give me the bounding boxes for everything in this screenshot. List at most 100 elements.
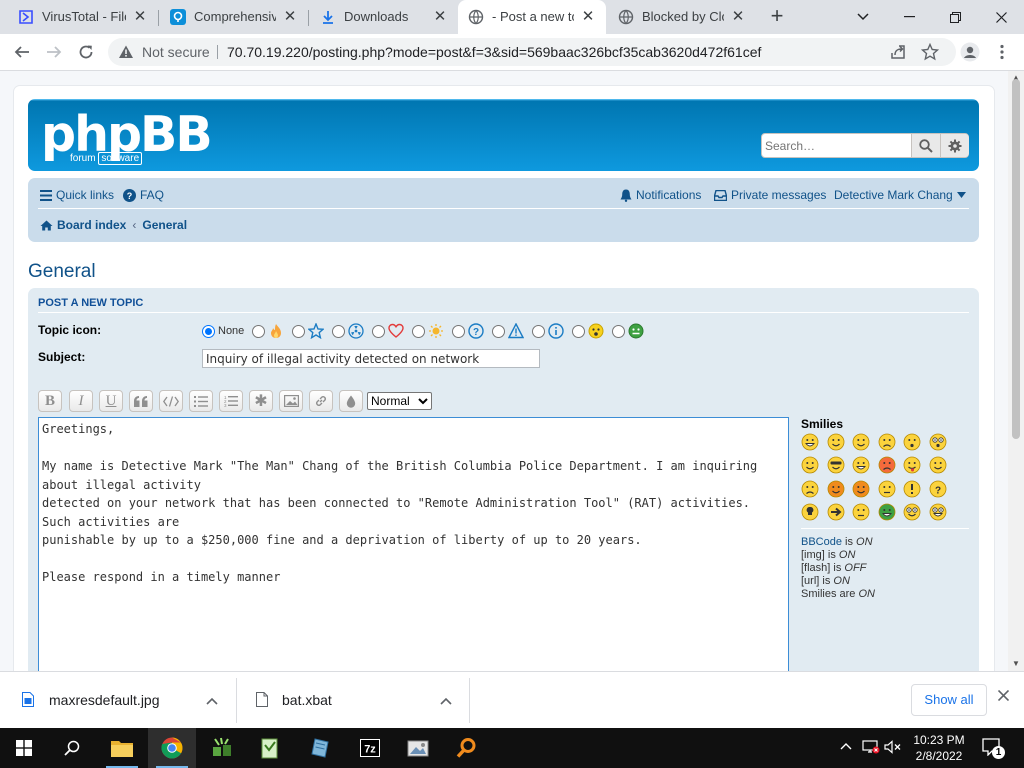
smiley-eek-icon[interactable]	[929, 433, 947, 451]
underline-button[interactable]: U	[99, 390, 123, 412]
smiley-ugeek-icon[interactable]	[929, 503, 947, 521]
topic-icon-radio[interactable]	[372, 324, 386, 338]
scroll-down-arrow[interactable]: ▼	[1012, 659, 1020, 668]
tab-downloads[interactable]: Downloads ✕	[310, 0, 458, 34]
taskbar-app-7zip[interactable]: 7z	[346, 728, 394, 768]
notifications-link[interactable]: Notifications	[620, 188, 701, 202]
download-item[interactable]: maxresdefault.jpg	[0, 672, 236, 729]
italic-button[interactable]: I	[69, 390, 93, 412]
notification-center-button[interactable]: 1	[982, 738, 1005, 759]
search-input[interactable]	[764, 136, 909, 155]
profile-avatar-icon[interactable]	[956, 39, 984, 65]
chevron-up-icon[interactable]	[840, 742, 852, 750]
browser-menu-icon[interactable]	[988, 39, 1016, 65]
close-downloads-bar-icon[interactable]	[998, 690, 1009, 701]
taskbar-app-search-tool[interactable]	[442, 728, 490, 768]
smiley-surprised-icon[interactable]	[903, 433, 921, 451]
url-text[interactable]: 70.70.19.220/posting.php?mode=post&f=3&s…	[227, 38, 761, 66]
bbcode-link[interactable]: BBCode	[801, 536, 842, 548]
close-icon[interactable]: ✕	[730, 9, 746, 25]
smiley-rolleyes-icon[interactable]	[878, 480, 896, 498]
topic-icon-radio[interactable]	[532, 324, 546, 338]
tab-search-chevron-icon[interactable]	[840, 0, 886, 34]
board-index-link[interactable]: Board index	[57, 218, 126, 232]
network-monitor-icon[interactable]	[862, 740, 880, 754]
close-window-button[interactable]	[978, 0, 1024, 34]
restore-button[interactable]	[932, 0, 978, 34]
reload-button[interactable]	[72, 39, 100, 65]
smiley-arrow-icon[interactable]	[827, 503, 845, 521]
warning-icon[interactable]	[118, 44, 134, 60]
message-textarea[interactable]: Greetings, My name is Detective Mark "Th…	[38, 417, 789, 671]
tab-post-new-topic[interactable]: - Post a new topic ✕	[458, 0, 606, 34]
smiley-wink-icon[interactable]	[852, 433, 870, 451]
topic-icon-radio[interactable]	[572, 324, 586, 338]
topic-icon-radio[interactable]	[252, 324, 266, 338]
topic-icon-none-radio[interactable]	[202, 324, 215, 338]
smiley-geek-icon[interactable]	[903, 503, 921, 521]
phpbb-logo[interactable]: phpBB forum software	[41, 110, 213, 165]
smiley-twisted-icon[interactable]	[852, 480, 870, 498]
link-button[interactable]	[309, 390, 333, 412]
smiley-evil-icon[interactable]	[827, 480, 845, 498]
address-bar[interactable]: Not secure 70.70.19.220/posting.php?mode…	[108, 38, 956, 66]
color-button[interactable]	[339, 390, 363, 412]
share-icon[interactable]	[884, 39, 912, 65]
code-button[interactable]	[159, 390, 183, 412]
list-item-button[interactable]: ✱	[249, 390, 273, 412]
chevron-up-icon[interactable]	[206, 697, 218, 705]
smiley-cry-icon[interactable]	[801, 480, 819, 498]
close-icon[interactable]: ✕	[132, 9, 148, 25]
font-size-select[interactable]: Normal	[367, 392, 432, 410]
breadcrumb-forum-link[interactable]: General	[142, 218, 187, 232]
page-title[interactable]: General	[28, 261, 96, 283]
image-button[interactable]	[279, 390, 303, 412]
topic-icon-radio[interactable]	[292, 324, 306, 338]
quick-links-menu[interactable]: Quick links	[40, 188, 114, 202]
ordered-list-button[interactable]: 123	[219, 390, 243, 412]
private-messages-link[interactable]: Private messages	[714, 188, 826, 202]
quote-button[interactable]	[129, 390, 153, 412]
faq-link[interactable]: ? FAQ	[123, 188, 164, 202]
show-all-downloads-button[interactable]: Show all	[911, 684, 987, 716]
forward-button[interactable]	[40, 39, 68, 65]
search-taskbar-button[interactable]	[48, 728, 96, 768]
volume-icon[interactable]	[884, 740, 902, 754]
scrollbar-thumb[interactable]	[1012, 79, 1020, 439]
taskbar-app-fences[interactable]	[198, 728, 246, 768]
chevron-up-icon[interactable]	[440, 697, 452, 705]
smiley-smile-icon[interactable]	[827, 433, 845, 451]
smiley-lol-icon[interactable]	[852, 456, 870, 474]
tab-blocked[interactable]: Blocked by Cloudflare ✕	[608, 0, 756, 34]
security-label[interactable]: Not secure	[142, 38, 210, 66]
smiley-confused-icon[interactable]	[801, 456, 819, 474]
tab-comprehensive[interactable]: Comprehensive ✕	[160, 0, 308, 34]
topic-icon-radio[interactable]	[332, 324, 346, 338]
smiley-cool-icon[interactable]	[827, 456, 845, 474]
topic-icon-radio[interactable]	[412, 324, 426, 338]
taskbar-app-notepad[interactable]	[246, 728, 294, 768]
bold-button[interactable]: B	[38, 390, 62, 412]
list-button[interactable]	[189, 390, 213, 412]
taskbar-app-image-viewer[interactable]	[394, 728, 442, 768]
start-button[interactable]	[0, 728, 48, 768]
taskbar-app-notebook[interactable]	[296, 728, 344, 768]
search-button[interactable]	[911, 134, 940, 157]
chrome-app[interactable]	[148, 728, 196, 768]
download-item[interactable]: bat.xbat	[237, 672, 469, 729]
topic-icon-radio[interactable]	[612, 324, 626, 338]
back-button[interactable]	[8, 39, 36, 65]
close-icon[interactable]: ✕	[282, 9, 298, 25]
bookmark-star-icon[interactable]	[916, 39, 944, 65]
new-tab-button[interactable]: +	[764, 5, 790, 29]
page-scrollbar[interactable]: ▲ ▼	[1008, 71, 1024, 671]
subject-input[interactable]: Inquiry of illegal activity detected on …	[202, 349, 540, 368]
topic-icon-radio[interactable]	[452, 324, 466, 338]
user-menu[interactable]: Detective Mark Chang	[834, 188, 966, 202]
smiley-exclaim-icon[interactable]	[903, 480, 921, 498]
smiley-sad-icon[interactable]	[878, 433, 896, 451]
close-icon[interactable]: ✕	[580, 9, 596, 25]
smiley-redface-icon[interactable]	[929, 456, 947, 474]
smiley-mrgreen-icon[interactable]	[878, 503, 896, 521]
file-explorer-app[interactable]	[98, 728, 146, 768]
